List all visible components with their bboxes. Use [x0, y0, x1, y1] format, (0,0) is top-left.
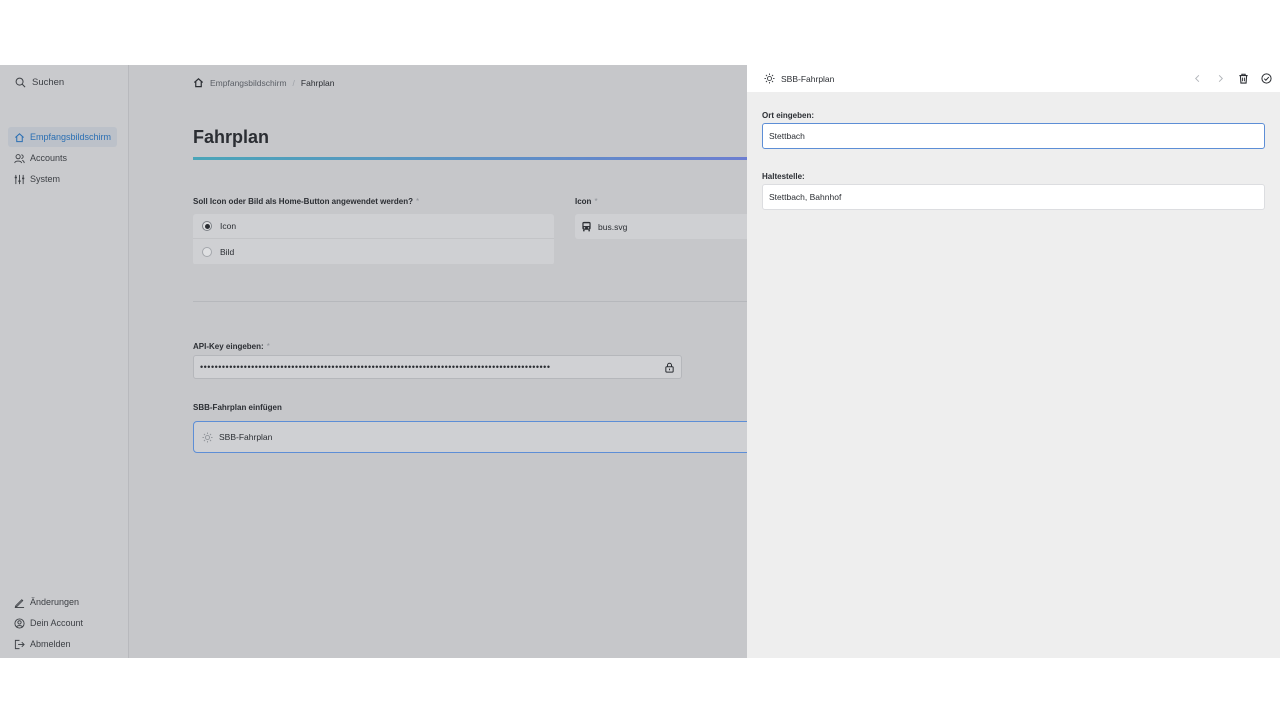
- icon-file-field[interactable]: bus.svg: [575, 214, 747, 239]
- sbb-block-label: SBB-Fahrplan: [219, 432, 273, 442]
- breadcrumb-current: Fahrplan: [300, 77, 335, 88]
- sidebar-item-abmelden[interactable]: Abmelden: [8, 634, 77, 654]
- api-key-label-text: API-Key eingeben:: [193, 342, 264, 351]
- icon-field-label: Icon *: [575, 197, 598, 206]
- home-icon[interactable]: [193, 77, 204, 88]
- stop-select[interactable]: Stettbach, Bahnhof: [762, 184, 1265, 210]
- icon-file-name: bus.svg: [598, 221, 628, 232]
- page-title: Fahrplan: [193, 127, 270, 147]
- required-marker: *: [266, 342, 270, 351]
- required-marker: *: [594, 197, 598, 206]
- radio-button-unselected[interactable]: [202, 246, 212, 257]
- api-key-masked-value: ••••••••••••••••••••••••••••••••••••••••…: [200, 362, 551, 372]
- location-label: Ort eingeben:: [762, 111, 815, 120]
- chevron-left-icon[interactable]: [1192, 73, 1203, 84]
- sidebar: Suchen Empfangsbildschirm Accounts Syste…: [0, 65, 129, 658]
- sun-icon: [202, 431, 213, 443]
- location-input[interactable]: Stettbach: [762, 123, 1265, 149]
- sidebar-item-label: Änderungen: [30, 597, 80, 607]
- sidebar-item-label: Empfangsbildschirm: [30, 132, 112, 142]
- sidebar-item-dein-account[interactable]: Dein Account: [8, 613, 89, 633]
- sidebar-item-label: Dein Account: [30, 618, 84, 628]
- home-button-radio-group: Icon Bild: [193, 214, 554, 265]
- panel-header: SBB-Fahrplan: [747, 65, 1280, 92]
- sidebar-item-label: Abmelden: [30, 639, 71, 649]
- lock-icon[interactable]: [657, 362, 681, 373]
- panel-title: SBB-Fahrplan: [781, 73, 835, 84]
- required-marker: *: [416, 197, 420, 206]
- account-icon: [14, 617, 25, 629]
- sidebar-search-label: Suchen: [32, 77, 65, 88]
- breadcrumb-separator: /: [292, 77, 295, 88]
- sbb-insert-label: SBB-Fahrplan einfügen: [193, 403, 282, 412]
- edit-panel: SBB-Fahrplan Ort eingeben: Stettbach Hal…: [747, 65, 1280, 658]
- logout-icon: [14, 639, 25, 650]
- sun-icon: [764, 73, 775, 84]
- search-icon: [15, 77, 26, 88]
- stop-select-value: Stettbach, Bahnhof: [769, 192, 842, 202]
- stop-label: Haltestelle:: [762, 172, 805, 181]
- api-key-label: API-Key eingeben: *: [193, 342, 270, 351]
- breadcrumb: Empfangsbildschirm / Fahrplan: [193, 77, 334, 88]
- radio-option-label: Icon: [220, 221, 237, 231]
- users-icon: [14, 153, 25, 164]
- radio-button-selected[interactable]: [202, 221, 212, 231]
- trash-icon[interactable]: [1238, 73, 1249, 84]
- radio-option-bild[interactable]: Bild: [193, 239, 554, 264]
- home-button-question-label: Soll Icon oder Bild als Home-Button ange…: [193, 197, 419, 206]
- sidebar-item-empfangsbildschirm[interactable]: Empfangsbildschirm: [8, 127, 118, 147]
- sidebar-item-system[interactable]: System: [8, 169, 66, 189]
- radio-option-label: Bild: [220, 246, 235, 257]
- sidebar-item-accounts[interactable]: Accounts: [8, 148, 73, 168]
- sliders-icon: [14, 174, 25, 185]
- bus-icon: [581, 221, 592, 232]
- sidebar-search[interactable]: Suchen: [15, 77, 64, 88]
- pencil-icon: [14, 597, 25, 608]
- sidebar-item-aenderungen[interactable]: Änderungen: [8, 592, 85, 612]
- chevron-right-icon[interactable]: [1215, 73, 1226, 84]
- sidebar-item-label: Accounts: [30, 153, 68, 163]
- location-input-value: Stettbach: [769, 131, 805, 141]
- api-key-input[interactable]: ••••••••••••••••••••••••••••••••••••••••…: [193, 355, 682, 379]
- app-frame: Suchen Empfangsbildschirm Accounts Syste…: [0, 65, 1280, 658]
- sbb-fahrplan-block[interactable]: SBB-Fahrplan: [193, 421, 753, 453]
- check-circle-icon[interactable]: [1261, 73, 1272, 84]
- icon-field-label-text: Icon: [575, 197, 592, 206]
- title-underline: [193, 157, 747, 160]
- home-icon: [14, 132, 25, 143]
- radio-option-icon[interactable]: Icon: [193, 214, 554, 239]
- home-button-question-text: Soll Icon oder Bild als Home-Button ange…: [193, 197, 414, 206]
- main-content: Empfangsbildschirm / Fahrplan Fahrplan S…: [129, 65, 753, 658]
- breadcrumb-root[interactable]: Empfangsbildschirm: [210, 78, 287, 88]
- section-divider: [193, 301, 747, 302]
- panel-actions: [1192, 65, 1272, 92]
- sidebar-item-label: System: [30, 174, 61, 184]
